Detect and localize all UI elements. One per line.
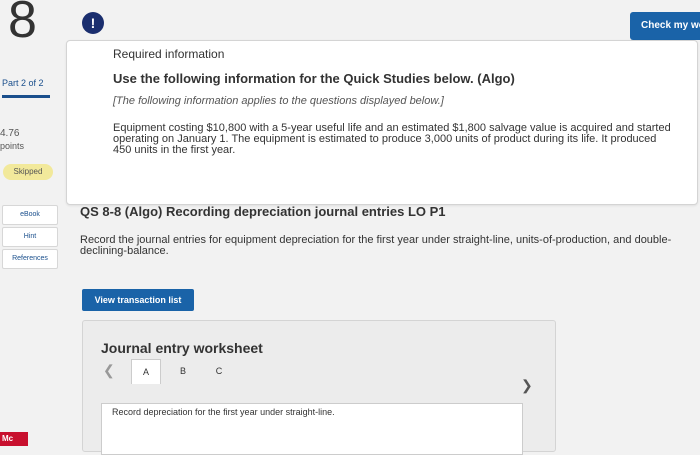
worksheet-instruction: Record depreciation for the first year u… — [112, 407, 335, 417]
chevron-right-icon[interactable]: ❯ — [521, 377, 533, 394]
status-badge: Skipped — [3, 164, 53, 180]
worksheet-title: Journal entry worksheet — [101, 340, 263, 356]
required-info-heading: Required information — [113, 47, 225, 61]
ebook-button[interactable]: eBook — [2, 205, 58, 225]
question-number: 8 — [8, 0, 37, 49]
publisher-logo: Mc — [0, 432, 28, 446]
tab-b[interactable]: B — [169, 359, 197, 383]
info-body-text: Equipment costing $10,800 with a 5-year … — [113, 122, 671, 156]
question-title: QS 8-8 (Algo) Recording depreciation jou… — [80, 204, 446, 219]
hint-button[interactable]: Hint — [2, 227, 58, 247]
part-indicator: Part 2 of 2 — [2, 78, 44, 88]
info-instruction-title: Use the following information for the Qu… — [113, 71, 515, 86]
question-text: Record the journal entries for equipment… — [80, 234, 672, 257]
points-label: points — [0, 141, 25, 151]
chevron-left-icon[interactable]: ❮ — [103, 362, 115, 379]
worksheet-content: Record depreciation for the first year u… — [101, 403, 523, 455]
alert-icon: ! — [82, 12, 104, 34]
left-sidebar: 8 Part 2 of 2 4.76 points Skipped eBook … — [0, 0, 62, 446]
tab-a[interactable]: A — [131, 359, 161, 384]
points-value: 4.76 — [0, 128, 20, 139]
info-note: [The following information applies to th… — [113, 95, 444, 107]
journal-entry-worksheet: Journal entry worksheet ❮ A B C ❯ Record… — [82, 320, 556, 455]
part-progress-bar — [2, 95, 50, 98]
view-transaction-list-button[interactable]: View transaction list — [82, 289, 194, 311]
tab-c[interactable]: C — [205, 359, 233, 383]
check-my-work-button[interactable]: Check my wo — [630, 12, 700, 40]
references-button[interactable]: References — [2, 249, 58, 269]
required-information-panel: Required information Use the following i… — [66, 40, 698, 205]
